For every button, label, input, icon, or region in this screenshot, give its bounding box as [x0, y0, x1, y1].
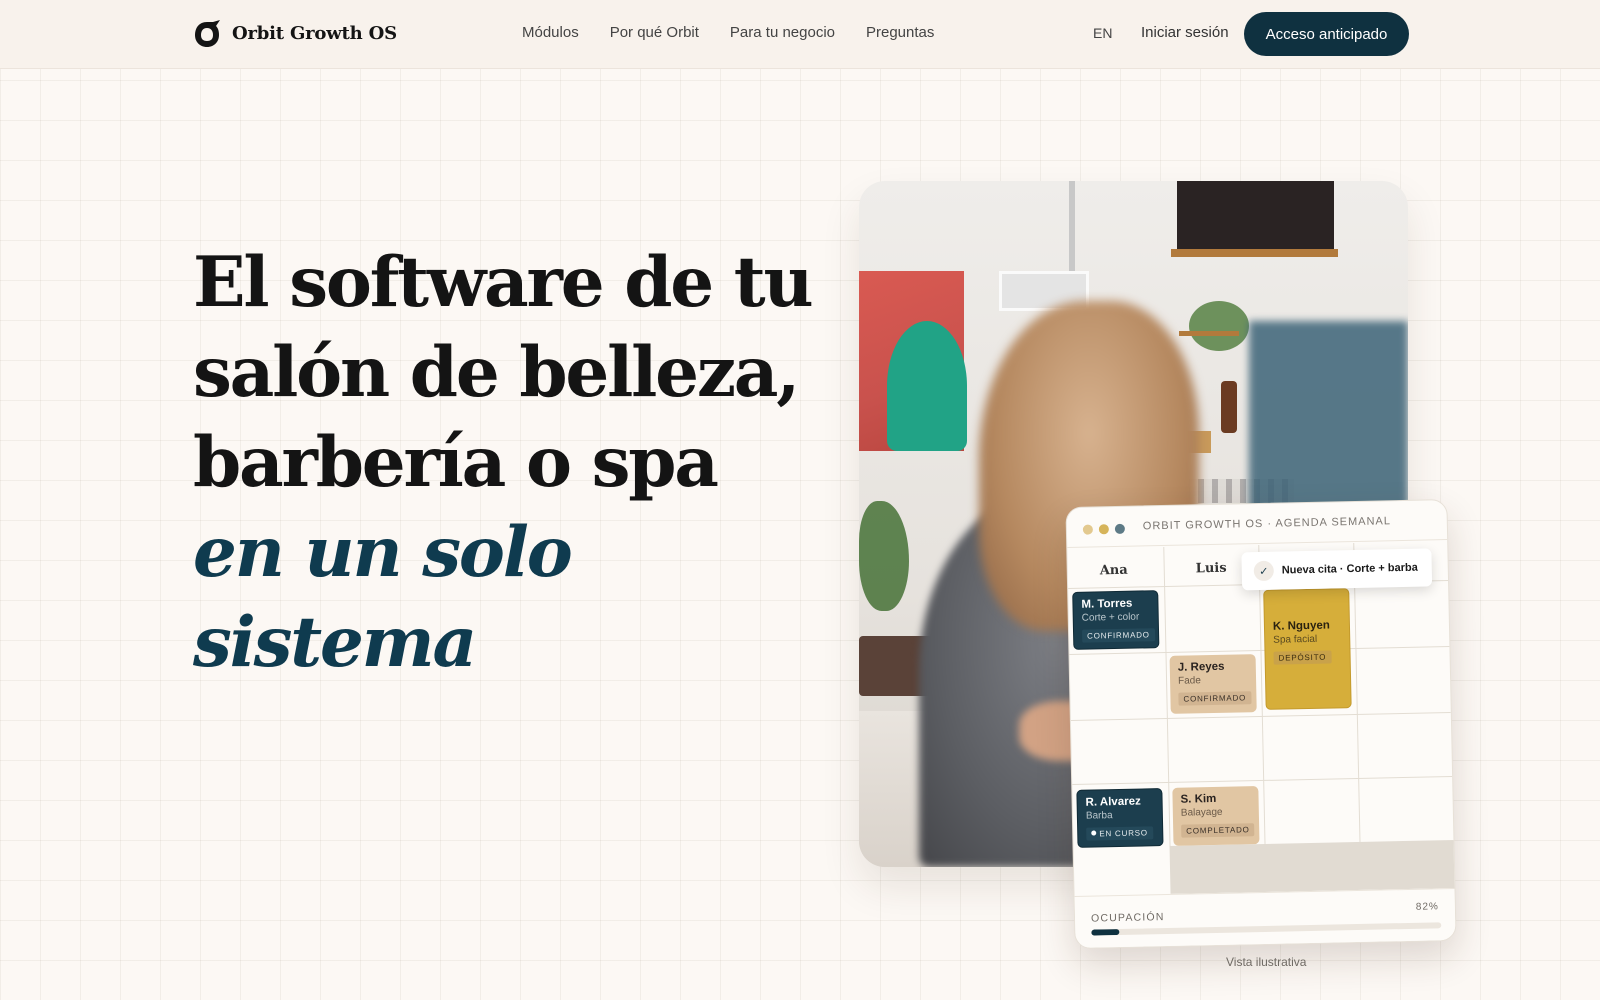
photo-leaves — [859, 501, 909, 611]
top-navbar: Orbit Growth OS Módulos Por qué Orbit Pa… — [0, 0, 1600, 69]
appointment-m-torres[interactable]: M. Torres Corte + color CONFIRMADO — [1072, 590, 1160, 650]
brand[interactable]: Orbit Growth OS — [194, 17, 397, 49]
nav-link-preguntas[interactable]: Preguntas — [866, 24, 934, 41]
status-badge: COMPLETADO — [1181, 823, 1255, 838]
brand-name: Orbit Growth OS — [232, 22, 397, 44]
window-dot-yellow — [1082, 524, 1093, 535]
toast-message: Nueva cita · Corte + barba — [1281, 561, 1418, 577]
photo-plant — [1189, 301, 1249, 351]
appointment-s-kim[interactable]: S. Kim Balayage COMPLETADO — [1172, 786, 1260, 846]
photo-bottle — [1221, 381, 1237, 433]
login-link[interactable]: Iniciar sesión — [1141, 24, 1229, 41]
hero-title-main: El software de tu salón de belleza, barb… — [193, 242, 814, 503]
early-access-button[interactable]: Acceso anticipado — [1244, 12, 1409, 56]
photo-shelf-small — [1179, 331, 1239, 336]
status-badge: EN CURSO — [1086, 826, 1154, 841]
occupancy-progress-fill — [1091, 929, 1120, 936]
nav-link-para-tu-negocio[interactable]: Para tu negocio — [730, 24, 835, 41]
appointment-r-alvarez[interactable]: R. Alvarez Barba EN CURSO — [1076, 788, 1164, 848]
schedule-title: ORBIT GROWTH OS · AGENDA SEMANAL — [1142, 515, 1392, 533]
appointment-client: J. Reyes — [1177, 660, 1225, 674]
appointment-service: Fade — [1177, 675, 1201, 687]
main-nav: Módulos Por qué Orbit Para tu negocio Pr… — [522, 24, 934, 41]
appointment-client: S. Kim — [1180, 792, 1217, 806]
status-badge: CONFIRMADO — [1081, 628, 1155, 643]
appointment-service: Corte + color — [1081, 611, 1140, 624]
new-appointment-toast[interactable]: ✓ Nueva cita · Corte + barba — [1241, 548, 1433, 591]
occupancy-progress-bar — [1091, 922, 1442, 936]
nav-link-por-que-orbit[interactable]: Por qué Orbit — [610, 24, 699, 41]
hero-title-accent: en un solo sistema — [193, 512, 573, 683]
status-badge: CONFIRMADO — [1178, 691, 1252, 706]
appointment-service: Barba — [1085, 810, 1113, 822]
live-dot-icon — [1091, 830, 1097, 836]
window-dot-gold — [1098, 524, 1109, 535]
check-icon: ✓ — [1253, 560, 1275, 582]
blocked-slot — [1169, 839, 1457, 894]
appointment-client: K. Nguyen — [1272, 619, 1330, 633]
appointment-j-reyes[interactable]: J. Reyes Fade CONFIRMADO — [1169, 654, 1257, 714]
photo-painting-shape — [887, 321, 967, 451]
window-dots — [1082, 523, 1125, 535]
column-header-luis: Luis — [1195, 560, 1227, 577]
photo-botanical-poster — [1177, 181, 1334, 249]
appointment-client: R. Alvarez — [1085, 795, 1141, 809]
hero-title: El software de tu salón de belleza, barb… — [193, 238, 814, 688]
language-switch[interactable]: EN — [1093, 25, 1112, 41]
photo-blue-frame — [1249, 321, 1408, 521]
appointment-service: Balayage — [1180, 806, 1223, 819]
status-badge-label: EN CURSO — [1099, 828, 1148, 839]
schedule-header: ORBIT GROWTH OS · AGENDA SEMANAL — [1066, 500, 1448, 549]
orbit-logo-icon — [195, 20, 220, 47]
occupancy-label: OCUPACIÓN — [1090, 911, 1165, 925]
appointment-service: Spa facial — [1273, 633, 1318, 646]
appointment-k-nguyen[interactable]: K. Nguyen Spa facial DEPÓSITO — [1263, 588, 1352, 710]
window-dot-blue — [1114, 523, 1125, 535]
photo-shelf — [1171, 249, 1338, 257]
column-header-ana: Ana — [1099, 562, 1128, 579]
status-badge: DEPÓSITO — [1273, 650, 1332, 665]
weekly-schedule-card: ORBIT GROWTH OS · AGENDA SEMANAL Ana Lui… — [1065, 499, 1457, 949]
appointment-client: M. Torres — [1081, 597, 1133, 611]
nav-link-modulos[interactable]: Módulos — [522, 24, 579, 41]
occupancy-value: 82% — [1415, 901, 1439, 913]
illustrative-caption: Vista ilustrativa — [1226, 955, 1307, 969]
occupancy-panel: OCUPACIÓN 82% — [1074, 887, 1456, 949]
